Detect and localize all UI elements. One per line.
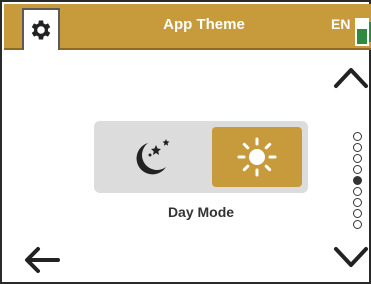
language-indicator[interactable]: EN [331, 16, 350, 32]
battery-icon [355, 18, 369, 46]
screen-title: App Theme [163, 16, 245, 33]
page-dot [352, 154, 362, 163]
page-dot [352, 132, 362, 141]
app-screen: App Theme EN Day Mode [0, 0, 371, 284]
page-dot [352, 220, 362, 229]
page-dot [352, 198, 362, 207]
mode-label: Day Mode [167, 204, 235, 220]
page-dot [352, 165, 362, 174]
settings-button[interactable] [22, 8, 60, 50]
settings-icon [31, 20, 51, 40]
back-arrow-icon[interactable] [22, 245, 62, 275]
night-mode-option[interactable] [94, 121, 206, 193]
chevron-up-icon[interactable] [333, 64, 369, 90]
page-dot [352, 209, 362, 218]
day-mode-option[interactable] [212, 127, 302, 187]
moon-stars-icon [136, 139, 170, 175]
page-indicator [350, 130, 364, 231]
page-dot [352, 143, 362, 152]
page-dot-active [352, 176, 362, 185]
chevron-down-icon[interactable] [333, 244, 369, 270]
theme-toggle[interactable] [94, 121, 308, 193]
page-dot [352, 187, 362, 196]
sun-icon [237, 137, 277, 177]
